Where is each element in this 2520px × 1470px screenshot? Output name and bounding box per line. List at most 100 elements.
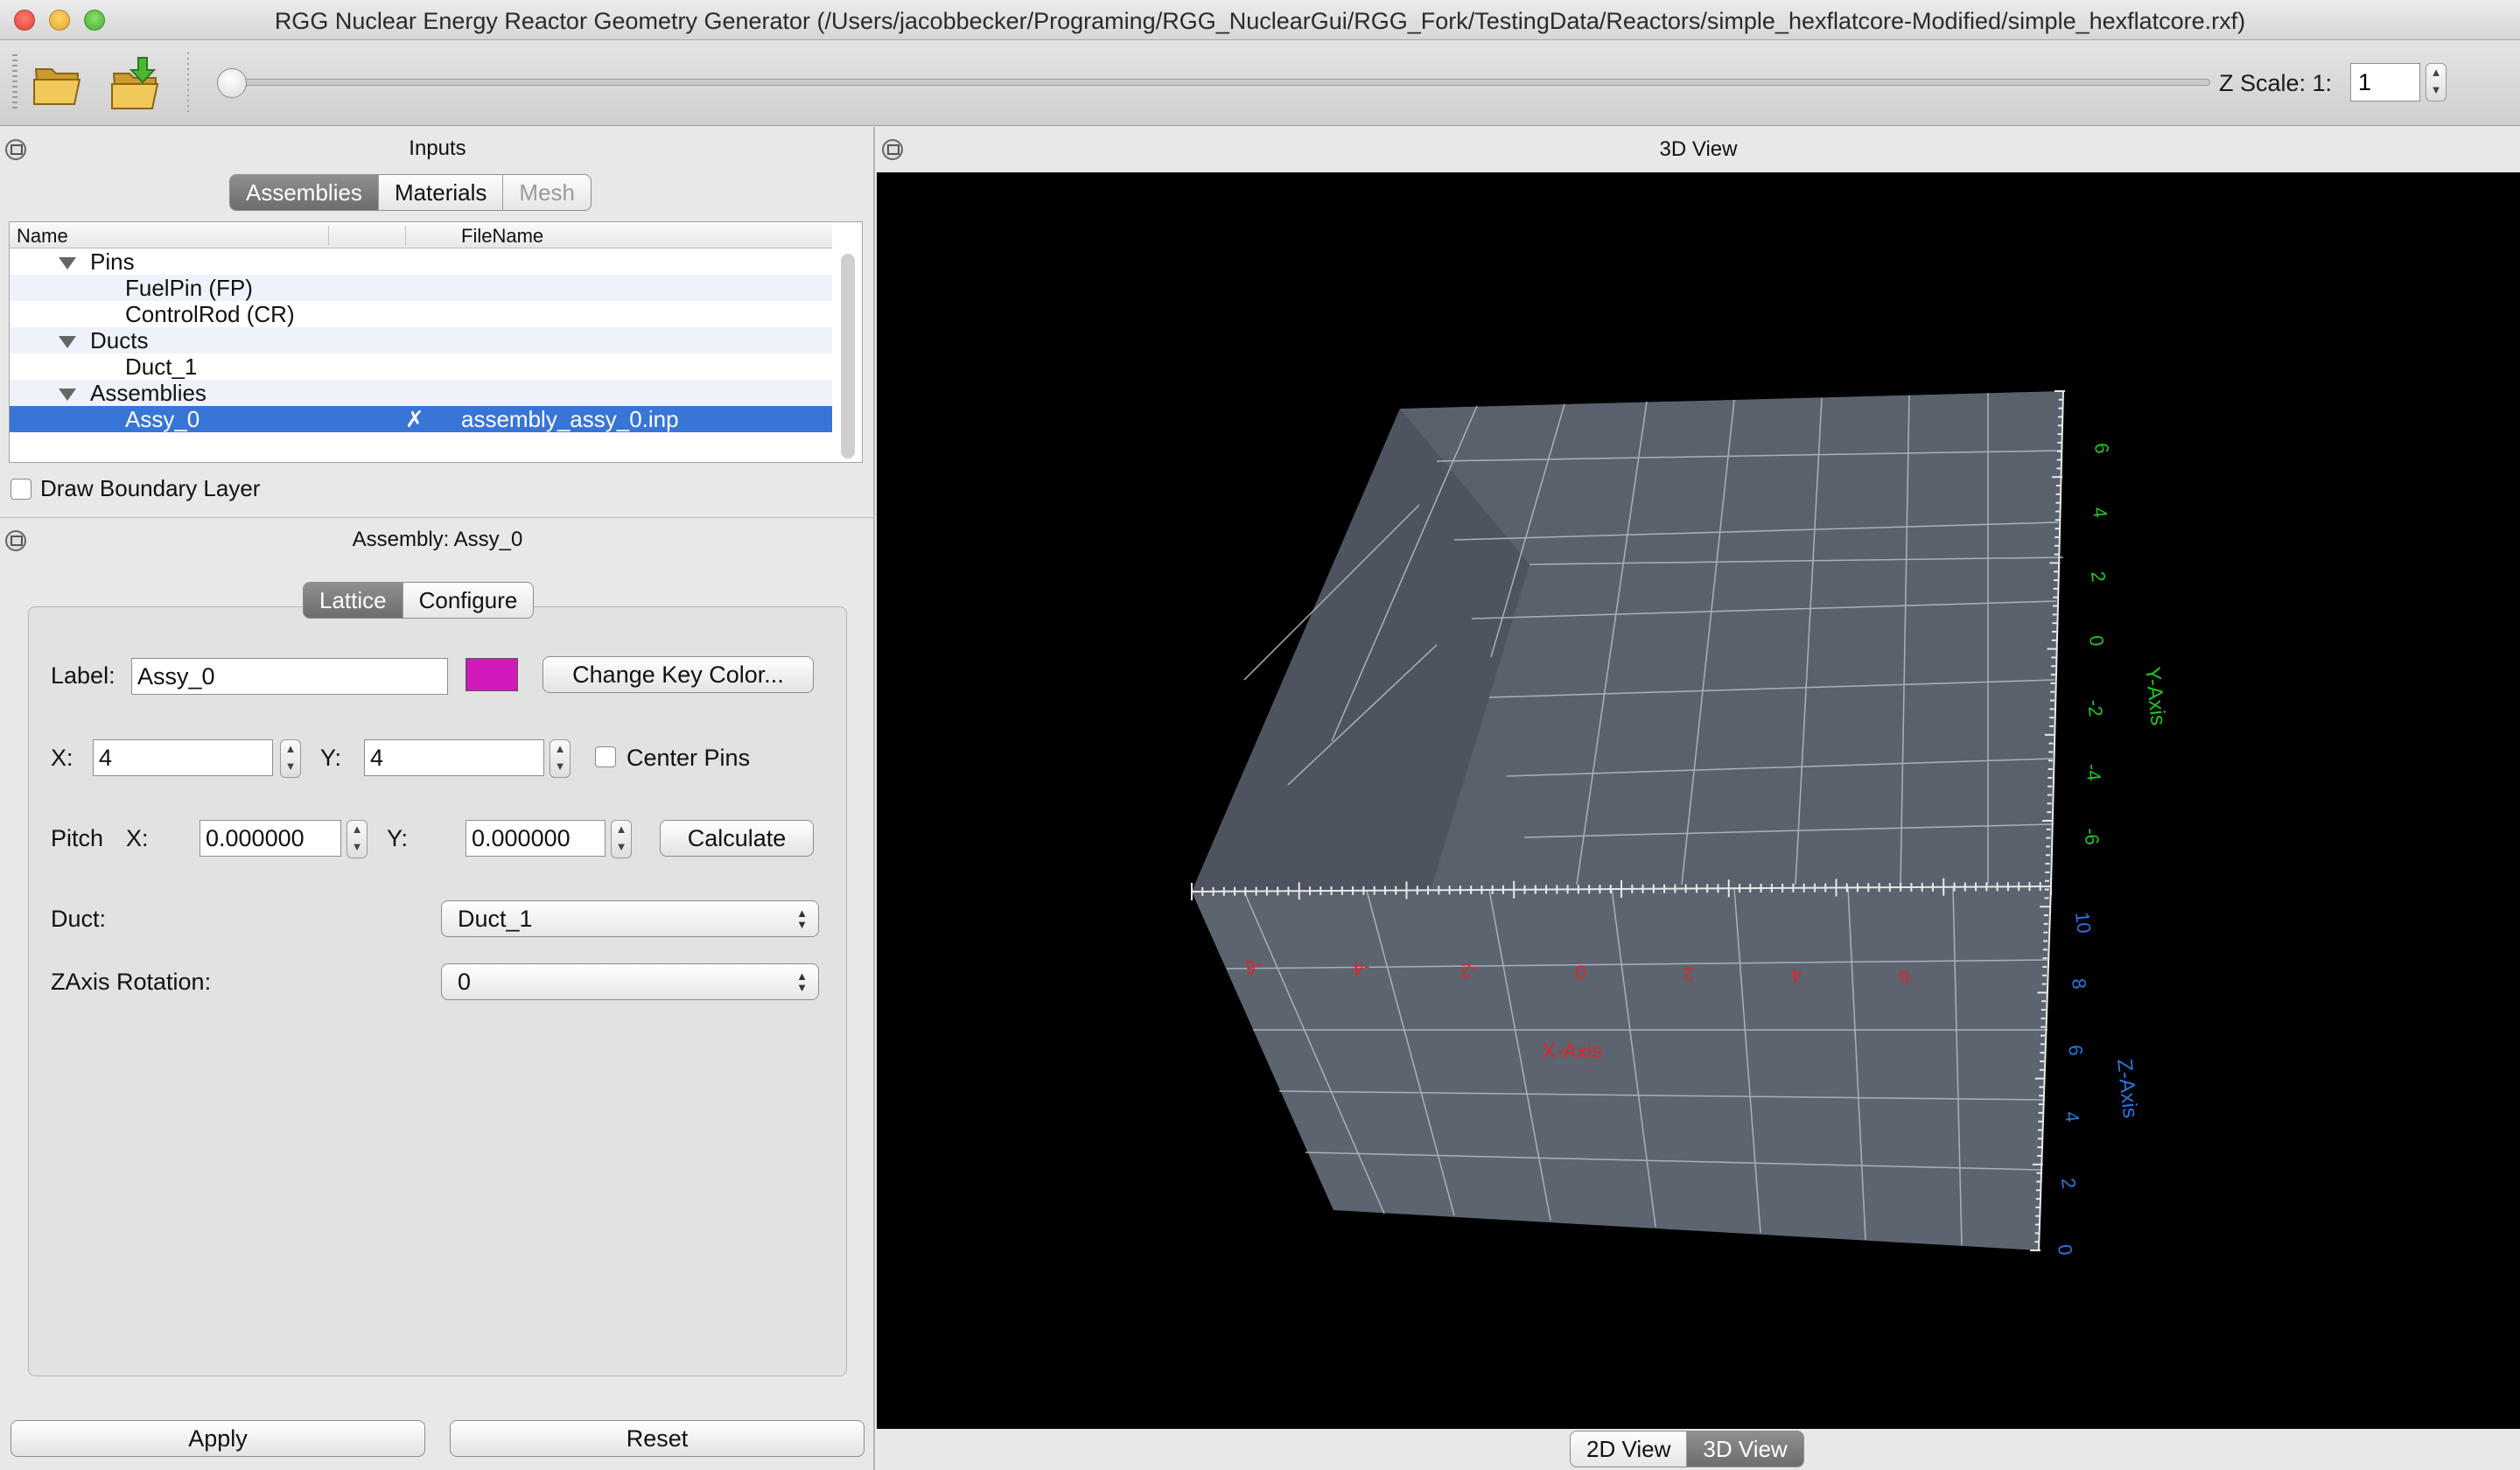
3d-render-canvas[interactable]: X-Axis Y-Axis Z-Axis -6 -4 -2 0 2 4 6 6 4 2 0 -2 -4… — [877, 172, 2520, 1429]
view-dock-header: 3D View — [877, 127, 2520, 172]
toolbar-separator — [187, 52, 189, 114]
inputs-title: Inputs — [409, 136, 466, 160]
x-tick-label: -2 — [1460, 959, 1479, 982]
z-scale-label: Z Scale: 1: — [2219, 70, 2333, 96]
tree-item-fuelpin[interactable]: FuelPin (FP) — [10, 275, 832, 301]
assemblies-tree[interactable]: Name FileName Pins FuelPin (FP) ControlR… — [9, 221, 863, 463]
tree-item-label: Duct_1 — [125, 354, 198, 380]
tree-item-controlrod[interactable]: ControlRod (CR) — [10, 301, 832, 327]
change-key-color-button[interactable]: Change Key Color... — [542, 656, 814, 693]
disclosure-triangle-icon[interactable] — [59, 388, 76, 401]
z-tick-label: 6 — [2064, 1044, 2087, 1057]
zaxis-rotation-select[interactable]: 0 ▲ ▼ — [441, 963, 819, 1000]
x-axis-label: X-Axis — [1542, 1040, 1602, 1063]
tree-item-pins[interactable]: Pins — [10, 248, 832, 275]
lattice-y-stepper[interactable]: ▲ ▼ — [550, 739, 570, 778]
pitch-x-stepper[interactable]: ▲ ▼ — [346, 820, 368, 858]
z-scale-slider-track[interactable] — [224, 79, 2210, 86]
view-tab-bar: 2D View 3D View — [1570, 1431, 1804, 1467]
tab-assemblies[interactable]: Assemblies — [230, 175, 379, 210]
dock-float-icon[interactable] — [882, 139, 903, 160]
disclosure-triangle-icon[interactable] — [59, 257, 76, 270]
right-panel: 3D View X-Axis Y-Axis Z-Axis -6 -4 -2 0 … — [877, 127, 2520, 1470]
toolbar: Z Scale: 1: ▲▼ — [0, 40, 2520, 126]
folder-import-icon — [111, 57, 159, 109]
tab-materials[interactable]: Materials — [379, 175, 504, 210]
y-tick-label: -6 — [2080, 827, 2104, 846]
dock-float-icon[interactable] — [5, 530, 26, 551]
apply-button[interactable]: Apply — [10, 1420, 425, 1457]
select-arrows-icon: ▲ ▼ — [796, 970, 808, 994]
z-scale-slider-thumb[interactable] — [217, 68, 247, 98]
center-pins-checkbox[interactable] — [595, 746, 616, 767]
tab-configure[interactable]: Configure — [403, 583, 534, 618]
x-tick-label: 6 — [1898, 966, 1910, 989]
tab-3d-view[interactable]: 3D View — [1687, 1432, 1803, 1466]
draw-boundary-layer-label: Draw Boundary Layer — [40, 475, 261, 501]
x-tick-label: 0 — [1574, 961, 1586, 984]
pitch-y-field[interactable]: 0.000000 — [466, 820, 606, 857]
select-arrows-icon: ▲ ▼ — [796, 906, 808, 931]
lattice-y-field[interactable]: 4 — [364, 739, 544, 776]
column-divider — [405, 226, 406, 245]
y-axis-label: Y-Axis — [2140, 666, 2170, 727]
lattice-x-stepper[interactable]: ▲ ▼ — [280, 739, 301, 778]
z-tick-label: 2 — [2057, 1177, 2080, 1190]
lattice-x-field[interactable]: 4 — [93, 739, 273, 776]
column-header-filename[interactable]: FileName — [461, 225, 543, 248]
modified-mark-icon: ✗ — [405, 406, 424, 432]
tree-item-assy-0[interactable]: Assy_0 ✗ assembly_assy_0.inp — [10, 406, 832, 432]
tree-item-label: ControlRod (CR) — [125, 301, 295, 327]
disclosure-triangle-icon[interactable] — [59, 336, 76, 348]
y-tick-labels: 6 4 2 0 -2 -4 -6 — [2080, 442, 2113, 846]
reset-button[interactable]: Reset — [450, 1420, 864, 1457]
import-file-button[interactable] — [107, 52, 168, 114]
3d-scene[interactable]: X-Axis Y-Axis Z-Axis -6 -4 -2 0 2 4 6 6 4 2 0 -2 -4… — [877, 172, 2520, 1429]
calculate-button[interactable]: Calculate — [660, 820, 814, 857]
toolbar-grip[interactable] — [12, 54, 18, 112]
z-scale-input[interactable] — [2350, 63, 2420, 102]
label-field[interactable]: Assy_0 — [131, 658, 448, 695]
y-tick-label: 2 — [2087, 570, 2110, 584]
folder-open-icon — [33, 68, 81, 105]
assembly-title: Assembly: Assy_0 — [352, 528, 523, 551]
pitch-x-field[interactable]: 0.000000 — [200, 820, 341, 857]
duct-select[interactable]: Duct_1 ▲ ▼ — [441, 900, 819, 937]
inputs-tab-bar: Assemblies Materials Mesh — [229, 174, 592, 211]
tree-scrollbar[interactable] — [841, 254, 855, 458]
assembly-dock-header: Assembly: Assy_0 — [0, 517, 875, 561]
tab-lattice[interactable]: Lattice — [304, 583, 403, 618]
pitch-y-caption: Y: — [387, 825, 409, 851]
z-tick-label: 4 — [2061, 1110, 2083, 1124]
open-file-button[interactable] — [28, 52, 89, 114]
draw-boundary-layer-checkbox[interactable] — [10, 478, 32, 500]
dock-float-icon[interactable] — [5, 139, 26, 160]
tab-mesh[interactable]: Mesh — [503, 175, 591, 210]
z-tick-label: 0 — [2054, 1243, 2076, 1256]
key-color-swatch[interactable] — [466, 658, 518, 691]
tab-2d-view[interactable]: 2D View — [1571, 1432, 1688, 1466]
tree-item-ducts[interactable]: Ducts — [10, 327, 832, 354]
tree-item-label: Ducts — [90, 327, 149, 354]
x-tick-label: -4 — [1352, 957, 1370, 980]
pitch-y-stepper[interactable]: ▲ ▼ — [611, 820, 632, 858]
duct-caption: Duct: — [51, 906, 107, 932]
left-panel: Inputs Assemblies Materials Mesh Name Fi… — [0, 127, 875, 1470]
tree-item-assemblies[interactable]: Assemblies — [10, 380, 832, 406]
label-caption: Label: — [51, 662, 116, 689]
y-tick-label: 0 — [2085, 634, 2108, 648]
y-caption: Y: — [320, 745, 342, 771]
y-tick-label: 4 — [2089, 506, 2111, 519]
pitch-caption: Pitch — [51, 825, 104, 851]
z-tick-label: 8 — [2068, 977, 2090, 990]
draw-boundary-layer-row[interactable]: Draw Boundary Layer — [10, 475, 260, 502]
x-tick-label: 2 — [1683, 962, 1695, 985]
column-header-name[interactable]: Name — [17, 225, 68, 248]
tree-item-label: Assemblies — [90, 380, 206, 406]
tree-item-duct-1[interactable]: Duct_1 — [10, 354, 832, 380]
window-title: RGG Nuclear Energy Reactor Geometry Gene… — [274, 8, 2246, 34]
center-pins-label: Center Pins — [626, 745, 751, 771]
y-tick-label: -4 — [2082, 763, 2105, 782]
z-scale-stepper[interactable]: ▲ ▼ — [2426, 63, 2446, 102]
x-tick-label: -6 — [1244, 956, 1263, 978]
